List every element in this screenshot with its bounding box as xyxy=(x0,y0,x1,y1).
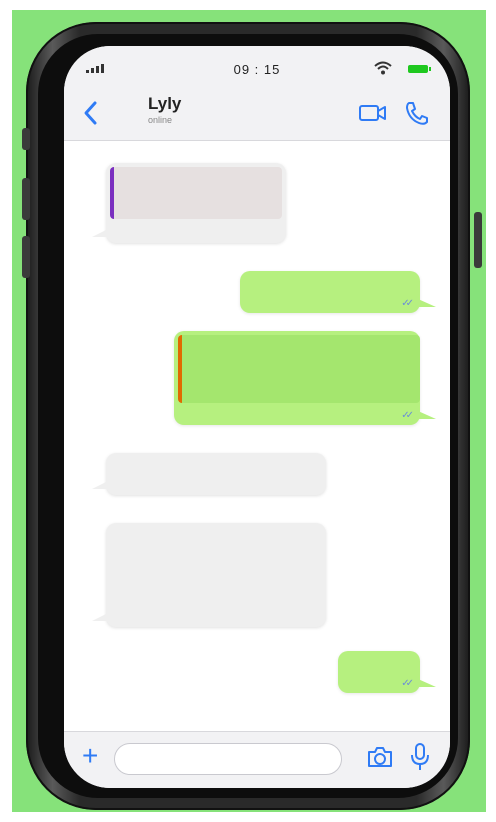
reply-quote xyxy=(178,335,420,403)
message-input-bar: + xyxy=(64,731,450,788)
chevron-left-icon[interactable] xyxy=(82,100,98,126)
phone-icon[interactable] xyxy=(404,100,428,126)
camera-icon[interactable] xyxy=(366,745,394,769)
plus-icon[interactable]: + xyxy=(82,742,98,770)
message-list: ✓✓ ✓✓ ✓✓ xyxy=(64,141,450,731)
reply-quote xyxy=(110,167,282,219)
contact-status: online xyxy=(148,115,173,125)
double-check-icon: ✓✓ xyxy=(401,298,414,309)
microphone-icon[interactable] xyxy=(410,742,430,772)
volume-down-button xyxy=(22,236,30,278)
message-bubble-incoming[interactable] xyxy=(92,453,326,495)
double-check-icon: ✓✓ xyxy=(401,678,414,689)
video-camera-icon[interactable] xyxy=(358,103,388,123)
status-time: 09 : 15 xyxy=(233,62,281,77)
mute-switch xyxy=(22,128,30,150)
power-button xyxy=(474,212,482,268)
message-bubble-outgoing[interactable]: ✓✓ xyxy=(338,651,436,693)
volume-up-button xyxy=(22,178,30,220)
message-input[interactable] xyxy=(114,743,342,775)
phone-screen: 09 : 15 Lyly online ✓✓ ✓✓ ✓✓ + xyxy=(64,46,450,788)
chat-header: Lyly online xyxy=(64,88,450,141)
contact-name[interactable]: Lyly xyxy=(148,94,181,114)
message-bubble-outgoing[interactable]: ✓✓ xyxy=(174,331,436,425)
message-bubble-outgoing[interactable]: ✓✓ xyxy=(240,271,436,313)
message-bubble-incoming[interactable] xyxy=(92,523,326,627)
wifi-icon xyxy=(374,61,392,75)
battery-icon xyxy=(408,65,431,73)
double-check-icon: ✓✓ xyxy=(401,410,414,421)
status-bar: 09 : 15 xyxy=(64,46,450,88)
message-bubble-incoming[interactable] xyxy=(92,163,286,243)
